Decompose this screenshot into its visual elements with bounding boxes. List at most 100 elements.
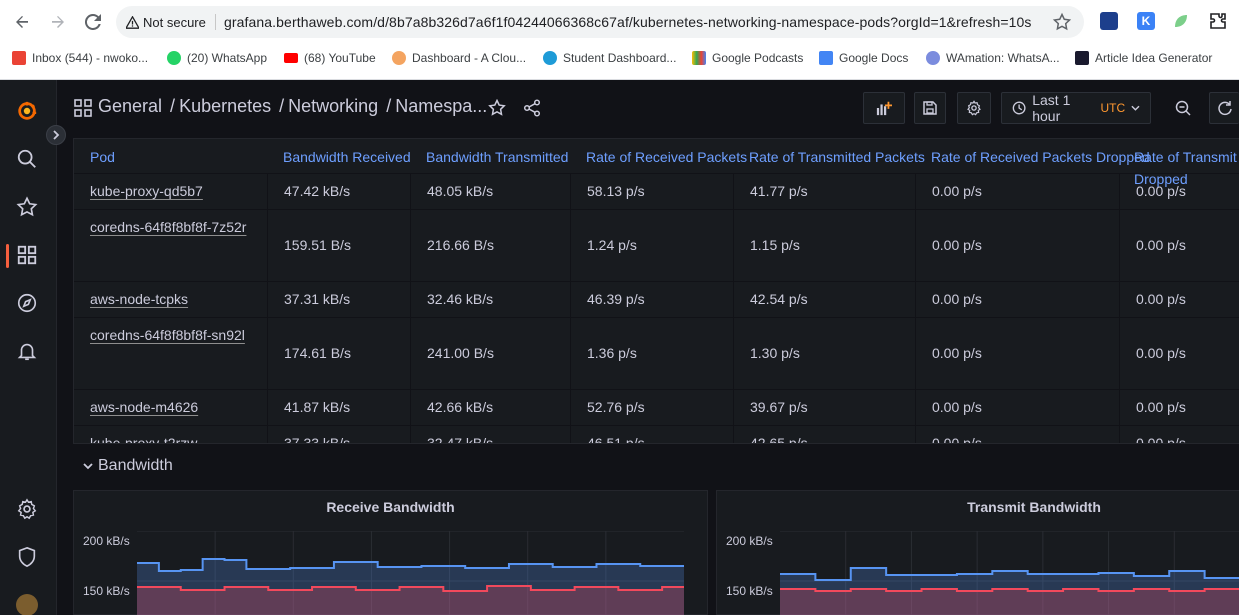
- cell-value: 0.00 p/s: [1136, 183, 1186, 199]
- cell-value: 0.00 p/s: [932, 399, 982, 415]
- shield-icon[interactable]: [16, 546, 40, 570]
- column-header-pod[interactable]: Pod: [90, 149, 115, 165]
- pod-name-link[interactable]: kube-proxy-qd5b7: [90, 183, 203, 199]
- sidebar-expand-button[interactable]: [46, 125, 66, 145]
- table-cell: 0.00 p/s: [1119, 210, 1239, 281]
- cell-value: 0.00 p/s: [1136, 399, 1186, 415]
- refresh-icon: [1217, 101, 1232, 116]
- pod-name-link[interactable]: coredns-64f8f8bf8f-sn92l: [90, 327, 245, 343]
- bookmark-item[interactable]: (20) WhatsApp: [167, 51, 267, 65]
- table-cell: 46.51 p/s: [570, 426, 733, 443]
- extensions-puzzle-button[interactable]: [1209, 12, 1227, 30]
- grafana-logo-icon[interactable]: [16, 100, 40, 124]
- table-cell: 42.65 p/s: [733, 426, 915, 443]
- extension-leaf-icon[interactable]: [1172, 12, 1190, 30]
- bookmark-item[interactable]: WAmation: WhatsA...: [926, 51, 1060, 65]
- puzzle-icon: [1210, 13, 1226, 29]
- search-icon[interactable]: [16, 148, 40, 172]
- podcasts-icon: [692, 51, 706, 65]
- cell-value: 0.00 p/s: [1136, 435, 1186, 444]
- back-button[interactable]: [9, 9, 35, 35]
- cell-value: 0.00 p/s: [932, 435, 982, 444]
- column-header-received-packets[interactable]: Rate of Received Packets: [586, 149, 747, 165]
- pod-name-link[interactable]: aws-node-tcpks: [90, 291, 188, 307]
- column-header-bandwidth-transmitted[interactable]: Bandwidth Transmitted: [426, 149, 568, 165]
- table-cell: 39.67 p/s: [733, 390, 915, 425]
- cell-value: 0.00 p/s: [1136, 291, 1186, 307]
- table-cell: 216.66 B/s: [410, 210, 570, 281]
- security-chip[interactable]: Not secure: [126, 12, 206, 32]
- browser-chrome: Not secure grafana.berthaweb.com/d/8b7a8…: [0, 0, 1239, 80]
- column-header-transmitted-dropped[interactable]: Rate of Transmit: [1134, 149, 1237, 165]
- refresh-button[interactable]: [1209, 92, 1239, 124]
- save-icon: [923, 101, 937, 115]
- pod-name-link[interactable]: aws-node-m4626: [90, 399, 198, 415]
- column-header-transmitted-packets[interactable]: Rate of Transmitted Packets: [749, 149, 925, 165]
- extension-k-icon[interactable]: K: [1137, 12, 1155, 30]
- pod-name-link[interactable]: coredns-64f8f8bf8f-7z52r: [90, 219, 246, 235]
- pod-name-link[interactable]: kube-proxy-t2rzw: [90, 435, 197, 443]
- transmit-bandwidth-panel[interactable]: Transmit Bandwidth 200 kB/s 150 kB/s: [716, 490, 1239, 615]
- cell-value: 52.76 p/s: [587, 399, 645, 415]
- bookmark-star-button[interactable]: [1052, 12, 1072, 32]
- table-cell: aws-node-tcpks: [74, 282, 267, 317]
- cell-value: 0.00 p/s: [1136, 345, 1186, 361]
- starred-icon[interactable]: [16, 196, 40, 220]
- zoom-out-button[interactable]: [1166, 92, 1200, 124]
- zoom-out-icon: [1175, 100, 1191, 116]
- alerting-bell-icon[interactable]: [16, 340, 40, 364]
- settings-gear-icon[interactable]: [16, 498, 40, 522]
- y-tick-label: 200 kB/s: [83, 534, 130, 548]
- receive-bandwidth-chart[interactable]: [137, 531, 684, 615]
- extension-global-icon[interactable]: [1100, 12, 1118, 30]
- warning-icon: [126, 15, 139, 29]
- cell-value: 46.39 p/s: [587, 291, 645, 307]
- mark-favorite-star-icon[interactable]: [488, 98, 506, 117]
- bookmark-item[interactable]: (68) YouTube: [284, 51, 376, 65]
- table-cell: 0.00 p/s: [1119, 318, 1239, 389]
- table-cell: coredns-64f8f8bf8f-sn92l: [74, 318, 267, 389]
- bookmark-item[interactable]: Student Dashboard...: [543, 51, 676, 65]
- cell-value: 0.00 p/s: [932, 345, 982, 361]
- chevron-right-icon: [53, 130, 60, 140]
- bookmark-item[interactable]: Inbox (544) - nwoko...: [12, 51, 148, 65]
- explore-icon[interactable]: [16, 292, 40, 316]
- breadcrumb-folder[interactable]: General: [98, 96, 162, 117]
- table-row: kube-proxy-qd5b7 47.42 kB/s 48.05 kB/s 58.1…: [74, 173, 1239, 209]
- breadcrumb-item[interactable]: Networking: [288, 96, 378, 117]
- bookmark-item[interactable]: Google Docs: [819, 51, 908, 65]
- table-cell: 0.00 p/s: [915, 174, 1119, 209]
- share-icon[interactable]: [523, 99, 541, 117]
- bandwidth-row-header[interactable]: Bandwidth: [82, 457, 173, 475]
- bookmark-item[interactable]: Article Idea Generator: [1075, 51, 1212, 65]
- address-bar[interactable]: Not secure grafana.berthaweb.com/d/8b7a8…: [116, 6, 1084, 38]
- table-row: kube-proxy-t2rzw 37.33 kB/s 32.47 kB/s 46.5…: [74, 425, 1239, 444]
- column-header-bandwidth-received[interactable]: Bandwidth Received: [283, 149, 411, 165]
- column-header-received-dropped[interactable]: Rate of Received Packets Dropped: [931, 149, 1150, 165]
- breadcrumb-item[interactable]: Kubernetes: [179, 96, 271, 117]
- save-dashboard-button[interactable]: [914, 92, 946, 124]
- url-text[interactable]: grafana.berthaweb.com/d/8b7a8b326d7a6f1f…: [224, 14, 1032, 30]
- bookmark-item[interactable]: Google Podcasts: [692, 51, 803, 65]
- dashboards-icon[interactable]: [16, 244, 40, 268]
- table-row: coredns-64f8f8bf8f-sn92l 174.61 B/s 241.00…: [74, 317, 1239, 389]
- add-panel-icon: [876, 101, 892, 116]
- table-cell: 32.46 kB/s: [410, 282, 570, 317]
- cell-value: 0.00 p/s: [932, 183, 982, 199]
- avatar[interactable]: [16, 594, 38, 615]
- forward-button[interactable]: [45, 9, 71, 35]
- active-indicator: [6, 244, 9, 268]
- cell-value: 41.77 p/s: [750, 183, 808, 199]
- dashboard-nav: General / Kubernetes / Networking / Name…: [58, 80, 1239, 136]
- add-panel-button[interactable]: [863, 92, 905, 124]
- table-cell: 159.51 B/s: [267, 210, 410, 281]
- table-cell: 1.15 p/s: [733, 210, 915, 281]
- cell-value: 0.00 p/s: [1136, 237, 1186, 253]
- reload-button[interactable]: [80, 9, 106, 35]
- bookmark-item[interactable]: Dashboard - A Clou...: [392, 51, 526, 65]
- receive-bandwidth-panel[interactable]: Receive Bandwidth 200 kB/s 150 kB/s: [73, 490, 708, 615]
- transmit-bandwidth-chart[interactable]: [780, 531, 1239, 615]
- dashboard-settings-button[interactable]: [957, 92, 991, 124]
- table-cell: 42.54 p/s: [733, 282, 915, 317]
- time-range-picker[interactable]: Last 1 hour UTC: [1001, 92, 1151, 124]
